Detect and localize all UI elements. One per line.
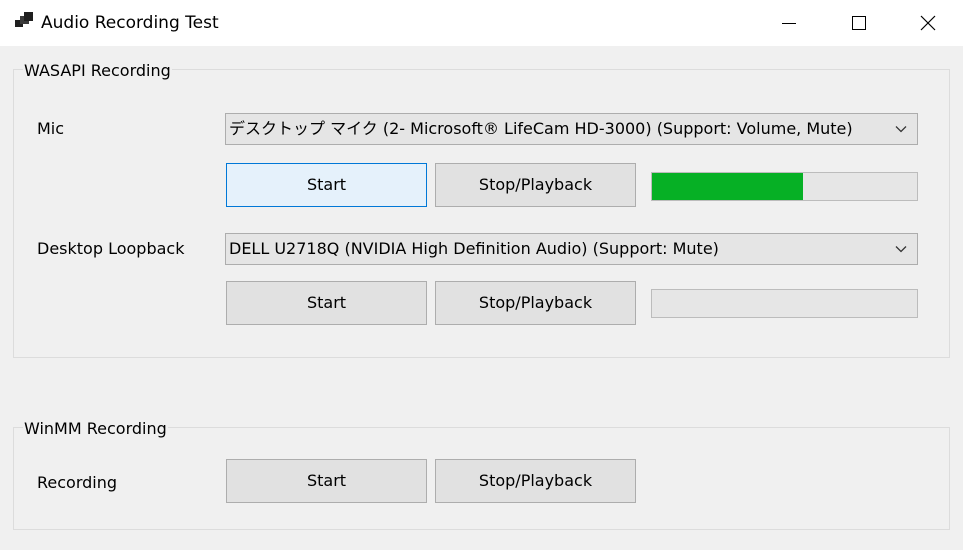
- mic-label: Mic: [37, 119, 65, 138]
- close-icon: [920, 15, 936, 31]
- loopback-stop-playback-button[interactable]: Stop/Playback: [435, 281, 636, 325]
- app-window-icon: [15, 12, 33, 30]
- mic-device-value: デスクトップ マイク (2- Microsoft® LifeCam HD-300…: [229, 119, 853, 138]
- loopback-label: Desktop Loopback: [37, 239, 185, 258]
- mic-stop-playback-button[interactable]: Stop/Playback: [435, 163, 636, 207]
- wasapi-group-title: WASAPI Recording: [23, 61, 172, 81]
- mic-level-meter: [651, 172, 918, 201]
- title-bar[interactable]: Audio Recording Test: [0, 0, 963, 46]
- minimize-button[interactable]: [754, 0, 824, 46]
- winmm-group-title: WinMM Recording: [23, 419, 168, 439]
- window-title: Audio Recording Test: [41, 13, 219, 33]
- maximize-icon: [852, 16, 866, 30]
- minimize-icon: [782, 23, 796, 24]
- mic-level-fill: [652, 173, 804, 200]
- maximize-button[interactable]: [824, 0, 894, 46]
- loopback-level-meter: [651, 289, 918, 318]
- chevron-down-icon: [895, 126, 907, 133]
- chevron-down-icon: [895, 246, 907, 253]
- winmm-stop-playback-button[interactable]: Stop/Playback: [435, 459, 636, 503]
- loopback-device-value: DELL U2718Q (NVIDIA High Definition Audi…: [229, 239, 719, 258]
- recording-label: Recording: [37, 473, 118, 492]
- mic-start-button[interactable]: Start: [226, 163, 427, 207]
- loopback-device-select[interactable]: DELL U2718Q (NVIDIA High Definition Audi…: [225, 233, 918, 265]
- close-button[interactable]: [893, 0, 963, 46]
- mic-device-select[interactable]: デスクトップ マイク (2- Microsoft® LifeCam HD-300…: [225, 113, 918, 145]
- loopback-start-button[interactable]: Start: [226, 281, 427, 325]
- app-window: Audio Recording Test WASAPI Recording Mi…: [0, 0, 963, 550]
- winmm-start-button[interactable]: Start: [226, 459, 427, 503]
